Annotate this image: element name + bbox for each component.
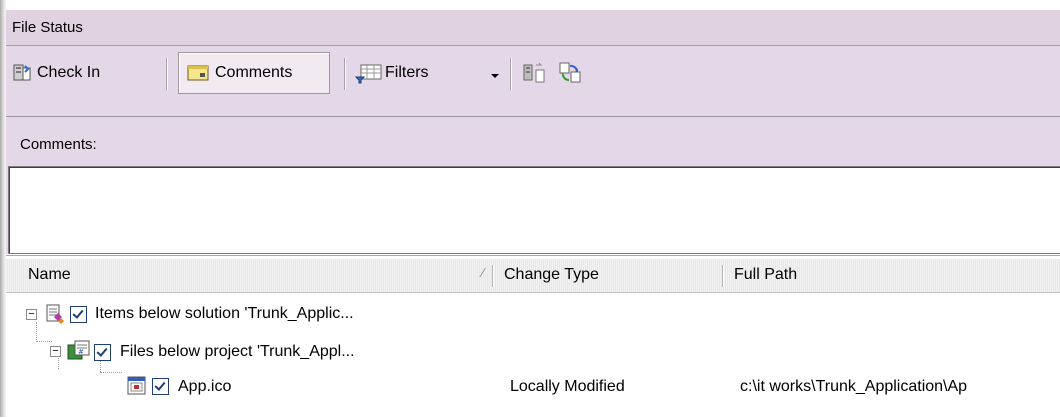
include-checkbox[interactable] — [152, 378, 169, 395]
refresh-icon — [558, 61, 584, 85]
panel-titlebar: File Status — [6, 10, 1060, 46]
tree-row-project[interactable]: − # Files below project 'Trunk_Appl... — [6, 339, 1060, 367]
comments-toggle-button[interactable]: Comments — [178, 52, 330, 94]
filters-label: Filters — [385, 64, 429, 81]
toolbar-separator — [166, 58, 167, 90]
filters-icon — [354, 62, 383, 84]
solution-icon — [44, 303, 66, 325]
row-name: Files below project 'Trunk_Appl... — [120, 343, 355, 360]
comments-toggle-label: Comments — [215, 64, 293, 81]
check-in-label: Check In — [37, 64, 101, 81]
row-name: App.ico — [178, 378, 232, 395]
file-status-panel: File Status Check In Comments Filters Co… — [0, 0, 1060, 418]
sort-icon: ⁄ — [482, 265, 485, 280]
row-name: Items below solution 'Trunk_Applic... — [95, 305, 354, 322]
comments-label: Comments: — [20, 136, 97, 153]
column-header-full-path[interactable]: Full Path — [734, 266, 797, 284]
column-header-name[interactable]: Name — [28, 266, 71, 284]
chevron-down-icon — [490, 68, 500, 78]
refresh-button[interactable] — [558, 52, 584, 94]
toolbar-separator — [344, 58, 345, 90]
svg-text:#: # — [78, 348, 84, 356]
include-checkbox[interactable] — [94, 344, 111, 361]
compare-files-icon — [522, 62, 548, 84]
check-in-icon — [12, 62, 34, 84]
check-in-button[interactable]: Check In — [12, 52, 100, 94]
column-divider[interactable] — [722, 265, 723, 287]
row-change-type: Locally Modified — [510, 378, 625, 395]
list-header: Name ⁄ Change Type Full Path — [6, 259, 1060, 293]
comments-input[interactable] — [8, 166, 1060, 254]
include-checkbox[interactable] — [70, 306, 87, 323]
column-header-change-type[interactable]: Change Type — [504, 266, 599, 284]
row-full-path: c:\it works\Trunk_Application\Ap — [740, 378, 968, 395]
panel-title: File Status — [12, 19, 83, 36]
column-divider[interactable] — [492, 265, 493, 287]
filters-button[interactable]: Filters — [354, 52, 429, 94]
collapse-toggle[interactable]: − — [50, 346, 61, 357]
toolbar-separator — [510, 58, 511, 90]
compare-files-button[interactable] — [522, 52, 548, 94]
comments-icon — [187, 64, 209, 82]
tree-row-solution[interactable]: − Items below solution 'Trunk_Applic... — [6, 303, 1060, 331]
collapse-toggle[interactable]: − — [26, 309, 37, 320]
tree-row-file[interactable]: App.ico Locally Modified c:\it works\Tru… — [6, 372, 1060, 400]
filters-dropdown-arrow[interactable] — [490, 52, 500, 94]
file-icon — [126, 375, 148, 397]
project-icon: # — [66, 339, 92, 363]
toolbar: Check In Comments Filters — [6, 46, 1060, 117]
